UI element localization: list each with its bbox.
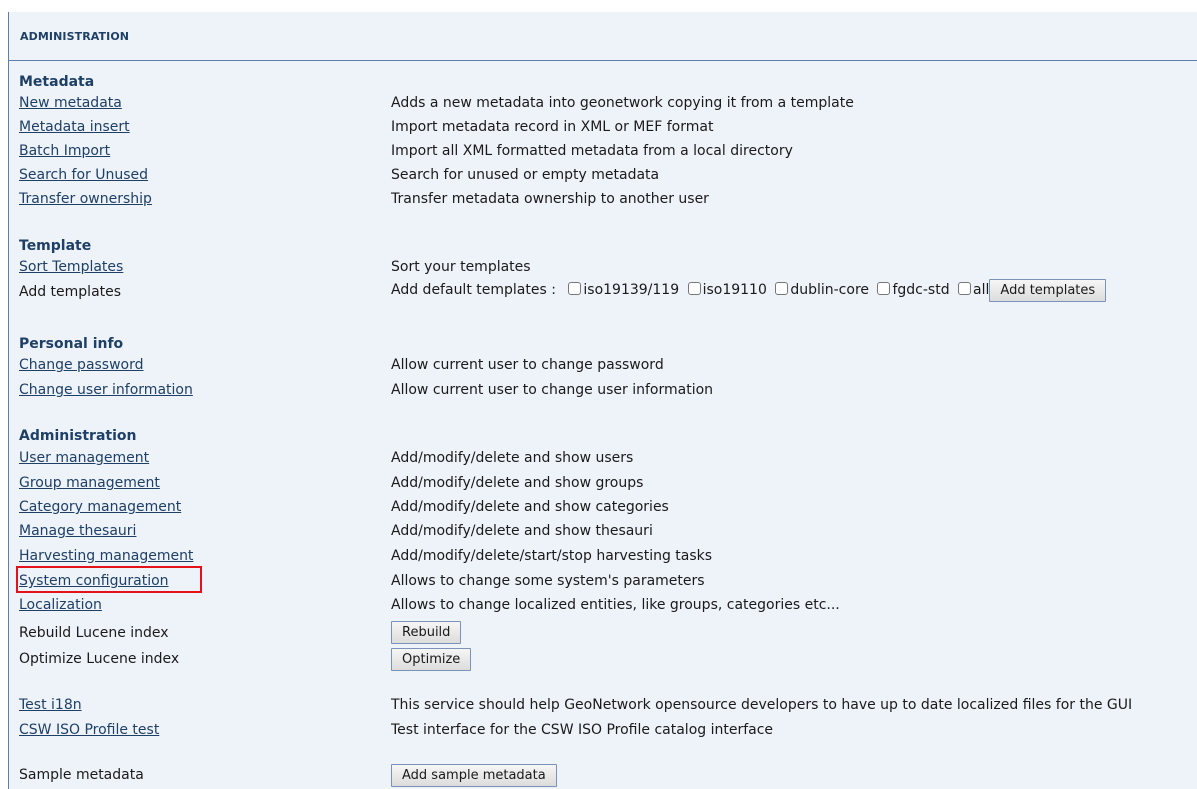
user-management-desc: Add/modify/delete and show users [391,450,634,466]
system-configuration-desc: Allows to change some system's parameter… [391,573,705,589]
category-management-link[interactable]: Category management [19,497,181,517]
row-csw-iso-profile: CSW ISO Profile test Test interface for … [9,720,1197,744]
section-title-metadata: Metadata [19,74,95,90]
transfer-ownership-desc: Transfer metadata ownership to another u… [391,191,709,207]
row-user-management: User management Add/modify/delete and sh… [9,448,1197,472]
group-management-desc: Add/modify/delete and show groups [391,475,644,491]
add-sample-metadata-button[interactable]: Add sample metadata [391,764,557,787]
manage-thesauri-desc: Add/modify/delete and show thesauri [391,523,653,539]
transfer-ownership-link[interactable]: Transfer ownership [19,189,152,209]
iso19139-checkbox[interactable] [568,282,582,295]
change-password-desc: Allow current user to change password [391,357,664,373]
row-localization: Localization Allows to change localized … [9,595,1197,619]
manage-thesauri-link[interactable]: Manage thesauri [19,521,136,541]
localization-link[interactable]: Localization [19,595,102,615]
row-add-templates: Add templates Add default templates : is… [9,279,1197,306]
batch-import-link[interactable]: Batch Import [19,141,110,161]
row-rebuild-lucene: Rebuild Lucene index Rebuild [9,621,1197,647]
row-search-unused: Search for Unused Search for unused or e… [9,165,1197,189]
iso19110-label: iso19110 [702,282,767,298]
section-title-administration: Administration [19,428,137,444]
batch-import-desc: Import all XML formatted metadata from a… [391,143,793,159]
sort-templates-desc: Sort your templates [391,259,531,275]
row-category-management: Category management Add/modify/delete an… [9,497,1197,521]
row-transfer-ownership: Transfer ownership Transfer metadata own… [9,189,1197,213]
new-metadata-desc: Adds a new metadata into geonetwork copy… [391,95,854,111]
row-harvesting-management: Harvesting management Add/modify/delete/… [9,546,1197,570]
row-group-management: Group management Add/modify/delete and s… [9,473,1197,497]
change-password-link[interactable]: Change password [19,355,144,375]
panel-title: ADMINISTRATION [9,12,1197,61]
add-templates-prefix: Add default templates : [391,282,556,298]
row-manage-thesauri: Manage thesauri Add/modify/delete and sh… [9,521,1197,545]
row-sample-metadata: Sample metadata Add sample metadata [9,764,1197,789]
add-templates-button[interactable]: Add templates [989,279,1107,302]
csw-iso-profile-link[interactable]: CSW ISO Profile test [19,720,159,740]
sort-templates-link[interactable]: Sort Templates [19,257,123,277]
optimize-button-wrap: Optimize [391,648,472,671]
sample-metadata-label: Sample metadata [19,767,144,783]
metadata-insert-link[interactable]: Metadata insert [19,117,130,137]
new-metadata-link[interactable]: New metadata [19,93,122,113]
row-optimize-lucene: Optimize Lucene index Optimize [9,648,1197,673]
group-management-link[interactable]: Group management [19,473,160,493]
iso19139-label: iso19139/119 [583,282,680,298]
add-templates-controls: Add default templates : iso19139/119 iso… [391,279,1107,302]
administration-panel: ADMINISTRATION Metadata New metadata Add… [8,12,1197,789]
rebuild-lucene-label: Rebuild Lucene index [19,625,169,641]
test-i18n-desc: This service should help GeoNetwork open… [391,697,1133,713]
metadata-insert-desc: Import metadata record in XML or MEF for… [391,119,714,135]
row-metadata-insert: Metadata insert Import metadata record i… [9,117,1197,141]
add-templates-label: Add templates [19,284,122,300]
user-management-link[interactable]: User management [19,448,149,468]
rebuild-button[interactable]: Rebuild [391,621,462,644]
fgdc-std-label: fgdc-std [892,282,950,298]
row-batch-import: Batch Import Import all XML formatted me… [9,141,1197,165]
harvesting-management-link[interactable]: Harvesting management [19,546,193,566]
row-new-metadata: New metadata Adds a new metadata into ge… [9,93,1197,117]
test-i18n-link[interactable]: Test i18n [19,695,82,715]
sample-metadata-button-wrap: Add sample metadata [391,764,557,787]
fgdc-std-checkbox[interactable] [877,282,891,295]
iso19110-checkbox[interactable] [687,282,701,295]
csw-iso-profile-desc: Test interface for the CSW ISO Profile c… [391,722,774,738]
system-configuration-link[interactable]: System configuration [19,571,169,591]
row-system-configuration: System configuration Allows to change so… [9,566,1197,595]
rebuild-button-wrap: Rebuild [391,621,462,644]
all-checkbox[interactable] [958,282,972,295]
search-unused-desc: Search for unused or empty metadata [391,167,660,183]
section-title-personal-info: Personal info [19,336,124,352]
row-change-password: Change password Allow current user to ch… [9,355,1197,379]
row-sort-templates: Sort Templates Sort your templates [9,257,1197,281]
category-management-desc: Add/modify/delete and show categories [391,499,669,515]
harvesting-management-desc: Add/modify/delete/start/stop harvesting … [391,548,713,564]
change-user-info-desc: Allow current user to change user inform… [391,382,714,398]
all-label: all [973,282,990,298]
change-user-info-link[interactable]: Change user information [19,380,193,400]
localization-desc: Allows to change localized entities, lik… [391,597,840,613]
section-title-template: Template [19,238,92,254]
dublin-core-checkbox[interactable] [775,282,789,295]
dublin-core-label: dublin-core [790,282,870,298]
optimize-lucene-label: Optimize Lucene index [19,651,180,667]
optimize-button[interactable]: Optimize [391,648,472,671]
row-change-user-info: Change user information Allow current us… [9,380,1197,404]
search-unused-link[interactable]: Search for Unused [19,165,148,185]
row-test-i18n: Test i18n This service should help GeoNe… [9,695,1197,719]
